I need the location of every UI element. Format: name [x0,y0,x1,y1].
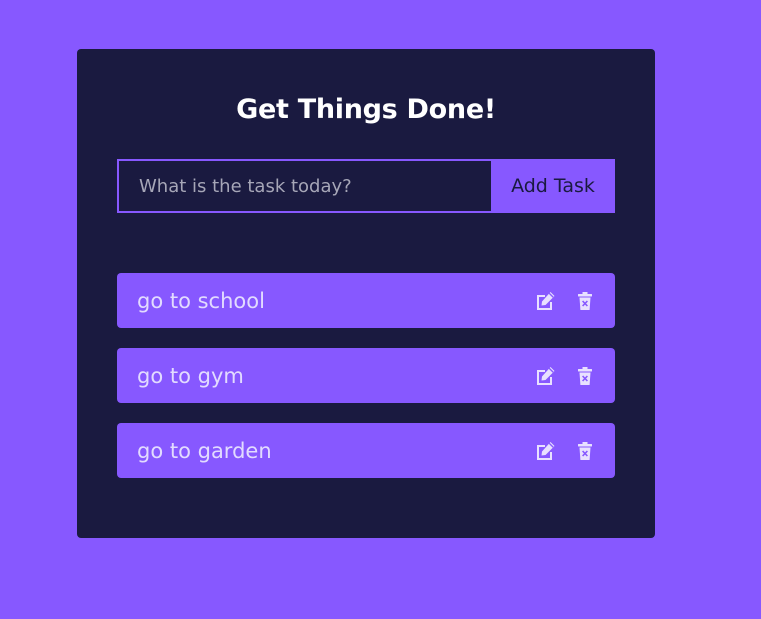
task-actions [533,440,593,462]
task-text[interactable]: go to gym [137,364,244,388]
trash-icon[interactable] [577,441,593,461]
trash-icon[interactable] [577,366,593,386]
task-actions [533,290,593,312]
todo-wrapper: Get Things Done! Add Task go to school [77,49,655,538]
task-input[interactable] [117,159,491,213]
task-text[interactable]: go to garden [137,439,272,463]
task-text[interactable]: go to school [137,289,265,313]
task-form: Add Task [117,159,615,213]
task-actions [533,365,593,387]
add-task-button[interactable]: Add Task [491,159,615,213]
edit-icon[interactable] [533,440,557,462]
task-item: go to garden [117,423,615,478]
task-list: go to school go to gym go to garden [117,273,615,498]
edit-icon[interactable] [533,365,557,387]
task-item: go to gym [117,348,615,403]
page-title: Get Things Done! [236,94,496,125]
task-item: go to school [117,273,615,328]
trash-icon[interactable] [577,291,593,311]
edit-icon[interactable] [533,290,557,312]
